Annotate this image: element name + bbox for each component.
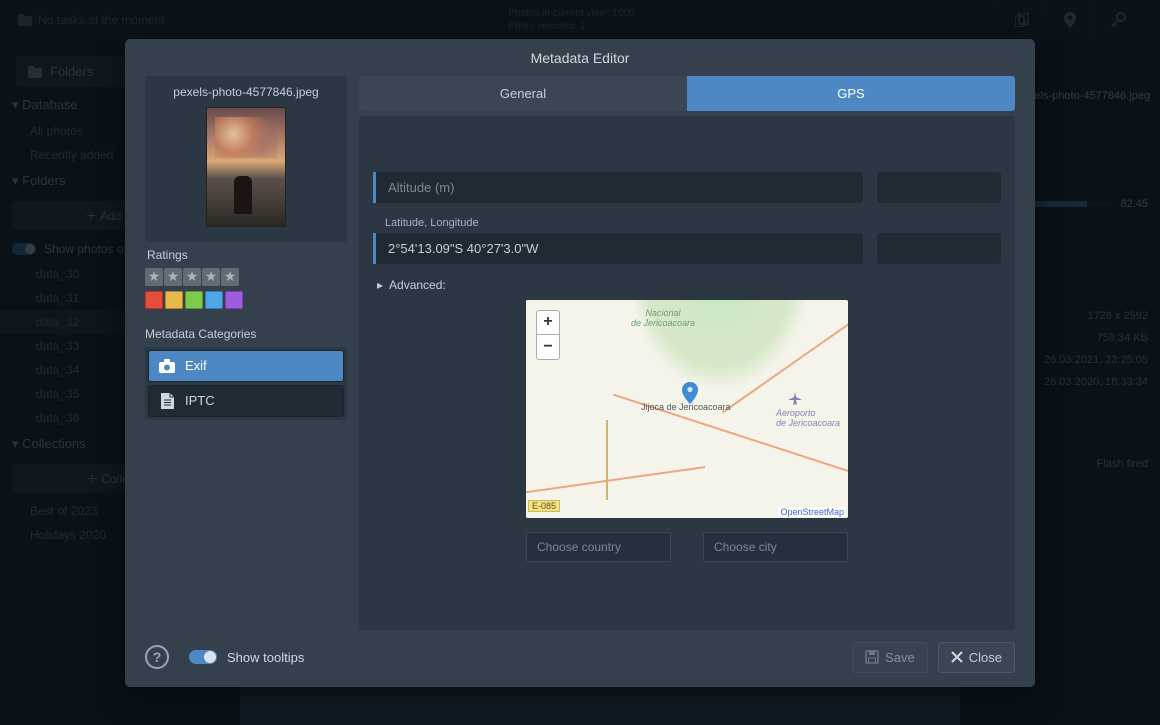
camera-icon: [159, 358, 175, 374]
map-zoom-out[interactable]: −: [537, 335, 559, 359]
color-swatch-red[interactable]: [145, 291, 163, 309]
city-dropdown[interactable]: Choose city: [703, 532, 848, 562]
star-icon[interactable]: ★: [164, 268, 182, 286]
filename-text: pexels-photo-4577846.jpeg: [153, 85, 339, 99]
star-icon[interactable]: ★: [202, 268, 220, 286]
categories-list: Exif IPTC: [145, 347, 347, 420]
map-pin-icon: [682, 382, 698, 404]
color-swatch-green[interactable]: [185, 291, 203, 309]
map-airport-label: Aeroporto de Jericoacoara: [776, 408, 840, 428]
close-button[interactable]: Close: [938, 642, 1015, 673]
tab-bar: General GPS: [359, 76, 1015, 111]
altitude-aux[interactable]: [877, 172, 1001, 203]
category-label: Exif: [185, 358, 207, 373]
star-icon[interactable]: ★: [145, 268, 163, 286]
chevron-right-icon: ▸: [377, 278, 383, 292]
star-icon[interactable]: ★: [221, 268, 239, 286]
star-rating[interactable]: ★ ★ ★ ★ ★: [145, 268, 347, 286]
altitude-field[interactable]: [373, 172, 863, 203]
color-swatch-yellow[interactable]: [165, 291, 183, 309]
map-zoom-in[interactable]: +: [537, 311, 559, 335]
latlon-aux[interactable]: [877, 233, 1001, 264]
latlon-field[interactable]: [373, 233, 863, 264]
country-dropdown[interactable]: Choose country: [526, 532, 671, 562]
map-park-label: Nacional de Jericoacoara: [631, 308, 695, 328]
modal-footer: ? Show tooltips Save Close: [125, 630, 1035, 687]
tab-gps[interactable]: GPS: [687, 76, 1015, 111]
color-swatch-purple[interactable]: [225, 291, 243, 309]
save-icon: [865, 650, 879, 664]
tab-general[interactable]: General: [359, 76, 687, 111]
tooltips-toggle[interactable]: [189, 650, 217, 664]
category-exif[interactable]: Exif: [148, 350, 344, 382]
categories-label: Metadata Categories: [145, 327, 347, 341]
document-icon: [159, 393, 175, 409]
modal-title: Metadata Editor: [125, 39, 1035, 76]
map[interactable]: Nacional de Jericoacoara Jijoca de Jeric…: [526, 300, 848, 518]
modal-overlay: Metadata Editor pexels-photo-4577846.jpe…: [0, 0, 1160, 725]
star-icon[interactable]: ★: [183, 268, 201, 286]
ratings-label: Ratings: [147, 248, 345, 262]
photo-thumbnail[interactable]: [206, 107, 286, 227]
advanced-toggle[interactable]: ▸ Advanced:: [377, 278, 1001, 292]
map-route-tag: E-085: [528, 500, 560, 512]
category-label: IPTC: [185, 393, 215, 408]
tooltips-label: Show tooltips: [227, 650, 304, 665]
color-labels: [145, 291, 347, 309]
close-icon: [951, 651, 963, 663]
save-button[interactable]: Save: [852, 642, 928, 673]
file-panel: pexels-photo-4577846.jpeg: [145, 76, 347, 242]
category-iptc[interactable]: IPTC: [148, 385, 344, 417]
map-zoom-controls: + −: [536, 310, 560, 360]
airport-icon: [788, 392, 802, 406]
latlon-input[interactable]: [376, 233, 863, 264]
help-icon[interactable]: ?: [145, 645, 169, 669]
metadata-editor-modal: Metadata Editor pexels-photo-4577846.jpe…: [125, 39, 1035, 687]
altitude-input[interactable]: [376, 172, 863, 203]
color-swatch-blue[interactable]: [205, 291, 223, 309]
latlon-label: Latitude, Longitude: [385, 217, 1001, 229]
map-attribution[interactable]: OpenStreetMap: [778, 507, 846, 517]
gps-form: Latitude, Longitude ▸ Advanced:: [359, 116, 1015, 630]
